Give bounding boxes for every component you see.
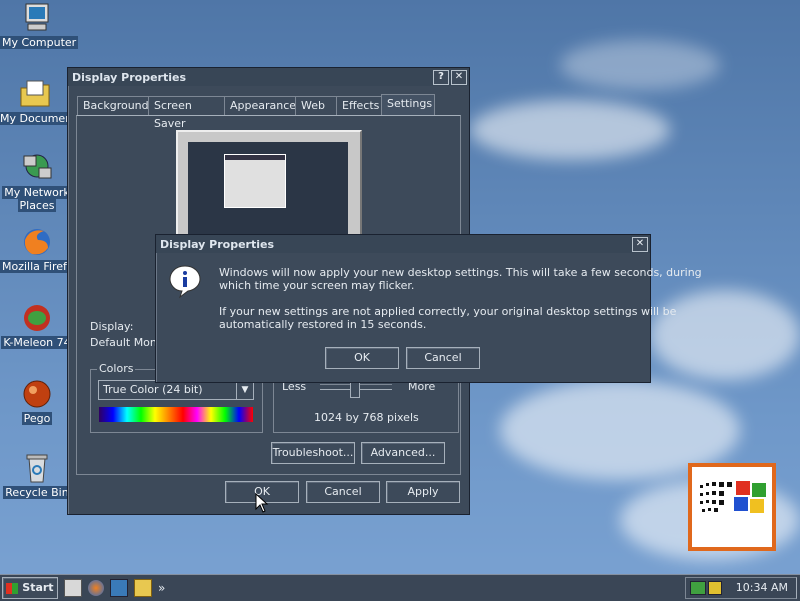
firefox-icon [20, 226, 54, 258]
display-value: Default Monitor [90, 336, 158, 349]
desktop-icon-pego[interactable]: Pego [0, 378, 74, 425]
dialog-titlebar: Display Properties ✕ [156, 235, 650, 253]
show-desktop-icon[interactable] [64, 579, 82, 597]
desktop-icon-my-documents[interactable]: My Documents [0, 78, 85, 125]
start-label: Start [22, 581, 54, 594]
desktop-icon-label: Pego [21, 412, 53, 425]
colors-dropdown[interactable]: True Color (24 bit) ▼ [98, 380, 254, 400]
tab-effects[interactable]: Effects [336, 96, 384, 115]
info-icon [168, 263, 202, 302]
network-status-icon[interactable] [690, 581, 706, 595]
desktop-icon-firefox[interactable]: Mozilla Firefox [0, 226, 82, 273]
quick-launch-chevron[interactable]: » [158, 581, 165, 595]
search-icon[interactable] [134, 579, 152, 597]
desktop-icon-network-places[interactable]: My Network Places [0, 152, 74, 212]
close-button[interactable]: ✕ [451, 69, 467, 85]
recycle-bin-icon [20, 452, 54, 484]
system-tray: 10:34 AM [685, 577, 797, 599]
dialog-ok-button[interactable]: OK [325, 347, 399, 369]
cancel-button[interactable]: Cancel [306, 481, 380, 503]
dialog-message-line3: If your new settings are not applied cor… [219, 305, 677, 318]
network-icon[interactable] [110, 579, 128, 597]
start-button[interactable]: Start [2, 577, 58, 599]
tab-settings[interactable]: Settings [381, 94, 435, 116]
desktop-icon-recycle-bin[interactable]: Recycle Bin [0, 452, 74, 499]
color-spectrum-bar [99, 407, 253, 422]
advanced-button[interactable]: Advanced... [361, 442, 445, 464]
tab-appearance[interactable]: Appearance [224, 96, 296, 115]
desktop-icon-my-computer[interactable]: My Computer [0, 2, 79, 49]
help-button[interactable]: ? [433, 69, 449, 85]
folder-documents-icon [18, 78, 52, 110]
chevron-down-icon[interactable]: ▼ [236, 381, 253, 399]
preview-window [224, 154, 286, 208]
colors-group-label: Colors [97, 362, 136, 375]
taskbar: Start » 10:34 AM [0, 574, 800, 601]
apply-button[interactable]: Apply [386, 481, 460, 503]
dialog-message-line2: which time your screen may flicker. [219, 279, 415, 292]
tab-screen-saver[interactable]: Screen Saver [148, 96, 225, 130]
dialog-close-button[interactable]: ✕ [632, 236, 648, 252]
quick-launch: » [64, 579, 165, 597]
desktop-icon-label: Recycle Bin [3, 486, 71, 499]
clock[interactable]: 10:34 AM [736, 581, 788, 594]
tab-background[interactable]: Background [77, 96, 149, 115]
desktop-icon-label: My Computer [0, 36, 79, 49]
troubleshoot-button[interactable]: Troubleshoot... [271, 442, 355, 464]
windows-flag-icon [6, 582, 19, 594]
tab-web[interactable]: Web [295, 96, 337, 115]
computer-icon [20, 2, 54, 34]
pego-icon [20, 378, 54, 410]
dialog-message-line1: Windows will now apply your new desktop … [219, 266, 702, 279]
desktop-icon-label: My Network [2, 186, 72, 199]
firefox-icon[interactable] [88, 580, 104, 596]
monitor-preview [176, 130, 362, 244]
kmeleon-icon [20, 302, 54, 334]
dialog-title: Display Properties [160, 237, 275, 251]
volume-icon[interactable] [708, 581, 722, 595]
colors-dropdown-value: True Color (24 bit) [103, 383, 203, 396]
window-titlebar: Display Properties ? ✕ [68, 68, 469, 86]
desktop-icon-label-line2: Places [17, 199, 57, 212]
display-label: Display: [90, 320, 134, 333]
desktop-icon-label: K-Meleon 74 [1, 336, 73, 349]
mouse-cursor-icon [255, 492, 269, 516]
windows-logo [688, 463, 776, 551]
resolution-value: 1024 by 768 pixels [314, 411, 419, 424]
dialog-cancel-button[interactable]: Cancel [406, 347, 480, 369]
network-icon [20, 152, 54, 184]
desktop-icon-k-meleon[interactable]: K-Meleon 74 [0, 302, 74, 349]
dialog-message-line4: automatically restored in 15 seconds. [219, 318, 427, 331]
window-title: Display Properties [72, 70, 187, 84]
